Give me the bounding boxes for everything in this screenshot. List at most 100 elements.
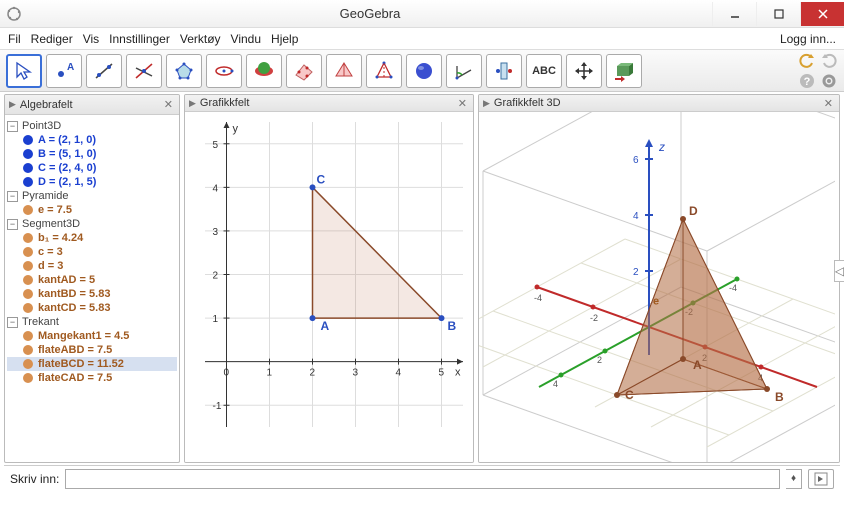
visibility-dot[interactable] [23, 163, 33, 173]
svg-text:2: 2 [310, 368, 316, 379]
graphics2d-canvas[interactable]: xy012345-112345ABC [185, 112, 473, 462]
maximize-button[interactable] [756, 2, 800, 26]
visibility-dot[interactable] [23, 233, 33, 243]
tool-view-front[interactable] [606, 54, 642, 88]
tool-plane-3pt[interactable] [286, 54, 322, 88]
svg-text:A: A [321, 319, 330, 333]
algebra-item[interactable]: c = 3 [7, 245, 177, 259]
algebra-header[interactable]: ▶ Algebrafelt ✕ [5, 95, 179, 115]
tool-perpendicular[interactable] [126, 54, 162, 88]
tool-line[interactable] [86, 54, 122, 88]
svg-text:A: A [67, 62, 74, 73]
help-icon[interactable]: ? [798, 72, 816, 90]
algebra-item[interactable]: kantBD = 5.83 [7, 287, 177, 301]
visibility-dot[interactable] [23, 177, 33, 187]
algebra-close[interactable]: ✕ [162, 98, 175, 111]
chevron-right-icon[interactable]: ▶ [189, 98, 196, 109]
visibility-dot[interactable] [23, 135, 33, 145]
algebra-item[interactable]: d = 3 [7, 259, 177, 273]
menu-rediger[interactable]: Rediger [31, 32, 73, 46]
menu-vis[interactable]: Vis [83, 32, 99, 46]
chevron-right-icon[interactable]: ▶ [483, 98, 490, 109]
item-text: b₁ = 4.24 [38, 232, 83, 244]
algebra-item[interactable]: b₁ = 4.24 [7, 231, 177, 245]
visibility-dot[interactable] [23, 331, 33, 341]
tool-intersect-surface[interactable] [246, 54, 282, 88]
chevron-right-icon[interactable]: ▶ [9, 99, 16, 110]
algebra-item[interactable]: flateBCD = 11.52 [7, 357, 177, 371]
input-dropdown[interactable]: ♦ [786, 469, 802, 489]
command-input[interactable] [65, 469, 780, 489]
algebra-item[interactable]: flateABD = 7.5 [7, 343, 177, 357]
algebra-item[interactable]: B = (5, 1, 0) [7, 147, 177, 161]
collapse-icon[interactable]: − [7, 191, 18, 202]
tool-move[interactable] [6, 54, 42, 88]
tool-polygon[interactable] [166, 54, 202, 88]
input-help-button[interactable] [808, 469, 834, 489]
algebra-item[interactable]: e = 7.5 [7, 203, 177, 217]
tool-text[interactable]: ABC [526, 54, 562, 88]
visibility-dot[interactable] [23, 289, 33, 299]
tool-pyramid[interactable] [326, 54, 362, 88]
visibility-dot[interactable] [23, 373, 33, 383]
visibility-dot[interactable] [23, 345, 33, 355]
menu-fil[interactable]: Fil [8, 32, 21, 46]
tool-reflect[interactable] [486, 54, 522, 88]
tool-translate-view[interactable] [566, 54, 602, 88]
graphics2d-header[interactable]: ▶ Grafikkfelt ✕ [185, 95, 473, 112]
graphics3d-header[interactable]: ▶ Grafikkfelt 3D ✕ [479, 95, 839, 112]
item-text: flateBCD = 11.52 [38, 358, 124, 370]
collapse-icon[interactable]: − [7, 317, 18, 328]
item-text: d = 3 [38, 260, 63, 272]
graphics3d-canvas[interactable]: z-4-224-4-224246ABCDe [479, 112, 839, 462]
settings-icon[interactable] [820, 72, 838, 90]
algebra-category[interactable]: −Pyramide [7, 189, 177, 203]
algebra-item[interactable]: A = (2, 1, 0) [7, 133, 177, 147]
close-button[interactable] [800, 2, 844, 26]
tool-sphere[interactable] [406, 54, 442, 88]
category-label: Point3D [22, 120, 61, 132]
tool-circle[interactable] [206, 54, 242, 88]
svg-text:5: 5 [439, 368, 445, 379]
svg-text:?: ? [804, 76, 811, 88]
algebra-category[interactable]: −Point3D [7, 119, 177, 133]
algebra-item[interactable]: kantAD = 5 [7, 273, 177, 287]
minimize-button[interactable] [712, 2, 756, 26]
visibility-dot[interactable] [23, 205, 33, 215]
undo-button[interactable] [798, 52, 816, 70]
algebra-title: Algebrafelt [20, 99, 73, 111]
item-text: C = (2, 4, 0) [38, 162, 96, 174]
svg-text:6: 6 [633, 155, 639, 166]
algebra-item[interactable]: flateCAD = 7.5 [7, 371, 177, 385]
visibility-dot[interactable] [23, 303, 33, 313]
tool-net[interactable] [366, 54, 402, 88]
visibility-dot[interactable] [23, 275, 33, 285]
algebra-category[interactable]: −Trekant [7, 315, 177, 329]
visibility-dot[interactable] [23, 261, 33, 271]
visibility-dot[interactable] [23, 359, 33, 369]
menu-verktoy[interactable]: Verktøy [180, 32, 221, 46]
login-link[interactable]: Logg inn... [780, 32, 836, 46]
algebra-item[interactable]: kantCD = 5.83 [7, 301, 177, 315]
graphics2d-close[interactable]: ✕ [456, 97, 469, 110]
graphics3d-title: Grafikkfelt 3D [494, 97, 561, 109]
algebra-item[interactable]: D = (2, 1, 5) [7, 175, 177, 189]
algebra-item[interactable]: C = (2, 4, 0) [7, 161, 177, 175]
collapse-icon[interactable]: − [7, 219, 18, 230]
collapse-icon[interactable]: − [7, 121, 18, 132]
app-icon [0, 0, 28, 28]
algebra-item[interactable]: Mangekant1 = 4.5 [7, 329, 177, 343]
visibility-dot[interactable] [23, 149, 33, 159]
tool-point[interactable]: A [46, 54, 82, 88]
graphics3d-close[interactable]: ✕ [822, 97, 835, 110]
menu-vindu[interactable]: Vindu [231, 32, 261, 46]
visibility-dot[interactable] [23, 247, 33, 257]
tool-angle[interactable] [446, 54, 482, 88]
menu-innstillinger[interactable]: Innstillinger [109, 32, 170, 46]
menubar: Fil Rediger Vis Innstillinger Verktøy Vi… [0, 28, 844, 50]
redo-button[interactable] [820, 52, 838, 70]
graphics3d-panel: ▶ Grafikkfelt 3D ✕ z-4-224-4-224246ABCDe [478, 94, 840, 463]
side-expand-handle[interactable]: ◁ [834, 260, 844, 282]
algebra-category[interactable]: −Segment3D [7, 217, 177, 231]
menu-hjelp[interactable]: Hjelp [271, 32, 298, 46]
